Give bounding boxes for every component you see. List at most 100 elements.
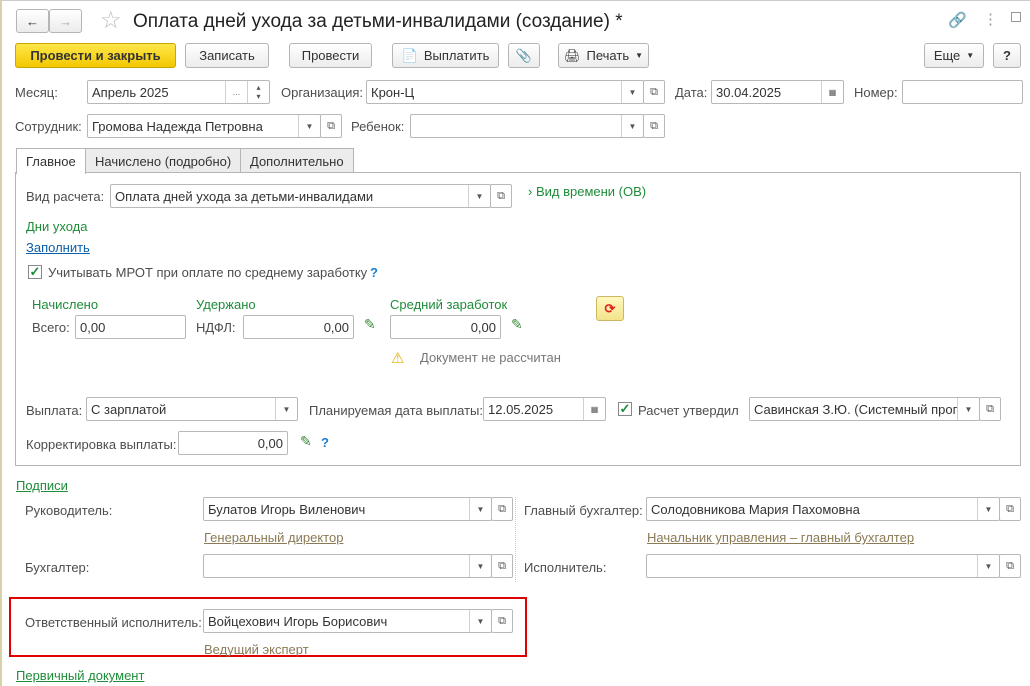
warning-icon: ⚠ bbox=[391, 350, 405, 367]
post-and-close-button[interactable]: Провести и закрыть bbox=[15, 43, 176, 68]
dropdown-icon[interactable]: ▼ bbox=[469, 610, 491, 632]
total-field[interactable]: 0,00 bbox=[75, 315, 186, 339]
dropdown-icon[interactable]: ▼ bbox=[469, 498, 491, 520]
plan-date-field[interactable]: 12.05.2025 ▦ bbox=[483, 397, 606, 421]
maximize-icon[interactable] bbox=[1011, 12, 1021, 22]
ndfl-label: НДФЛ: bbox=[196, 320, 236, 335]
open-icon[interactable]: ⧉ bbox=[491, 554, 513, 578]
print-button[interactable]: 🖨 Печать ▼ bbox=[558, 43, 649, 68]
primary-document-link[interactable]: Первичный документ bbox=[16, 668, 144, 683]
head-field[interactable]: Булатов Игорь Виленович ▼ bbox=[203, 497, 492, 521]
warning-text: Документ не рассчитан bbox=[420, 350, 561, 365]
dropdown-icon[interactable]: ▼ bbox=[298, 115, 320, 137]
open-icon[interactable]: ⧉ bbox=[979, 397, 1001, 421]
executor-field[interactable]: ▼ bbox=[646, 554, 1000, 578]
dropdown-icon[interactable]: ▼ bbox=[957, 398, 979, 420]
attach-button[interactable]: 📎 bbox=[508, 43, 540, 68]
refresh-icon: ⟳ bbox=[604, 300, 616, 316]
approved-checkbox[interactable]: ✓ bbox=[618, 402, 632, 416]
pencil-icon[interactable]: ✎ bbox=[364, 316, 376, 333]
chief-accountant-field[interactable]: Солодовникова Мария Пахомовна ▼ bbox=[646, 497, 1000, 521]
tab-main[interactable]: Главное bbox=[16, 148, 86, 174]
care-days-header: Дни ухода bbox=[26, 219, 88, 234]
dropdown-icon[interactable]: ▼ bbox=[468, 185, 490, 207]
number-field[interactable] bbox=[902, 80, 1023, 104]
correction-field[interactable]: 0,00 bbox=[178, 431, 288, 455]
help-icon[interactable]: ? bbox=[321, 435, 329, 450]
plan-date-label: Планируемая дата выплаты: bbox=[309, 403, 483, 418]
dropdown-icon[interactable]: ▼ bbox=[469, 555, 491, 577]
open-icon[interactable]: ⧉ bbox=[320, 114, 342, 138]
forward-button[interactable]: → bbox=[49, 9, 82, 33]
responsible-executor-field[interactable]: Войцехович Игорь Борисович ▼ bbox=[203, 609, 492, 633]
payout-field[interactable]: С зарплатой ▼ bbox=[86, 397, 298, 421]
select-button[interactable]: … bbox=[225, 81, 247, 103]
approved-by-field[interactable]: Савинская З.Ю. (Системный прог ▼ bbox=[749, 397, 980, 421]
organization-label: Организация: bbox=[281, 85, 364, 100]
open-icon[interactable]: ⧉ bbox=[490, 184, 512, 208]
withheld-header: Удержано bbox=[196, 297, 256, 312]
pay-icon: 📄 bbox=[401, 47, 418, 63]
help-icon[interactable]: ? bbox=[370, 265, 378, 280]
chevron-down-icon: ▼ bbox=[966, 51, 975, 60]
dropdown-icon[interactable]: ▼ bbox=[621, 115, 643, 137]
link-icon[interactable]: 🔗 bbox=[948, 11, 967, 29]
open-icon[interactable]: ⧉ bbox=[491, 497, 513, 521]
responsible-executor-position: Ведущий эксперт bbox=[204, 642, 309, 657]
avg-earnings-header: Средний заработок bbox=[390, 297, 508, 312]
open-icon[interactable]: ⧉ bbox=[643, 114, 665, 138]
employee-field[interactable]: Громова Надежда Петровна ▼ bbox=[87, 114, 321, 138]
pencil-icon[interactable]: ✎ bbox=[300, 433, 312, 450]
tab-additional[interactable]: Дополнительно bbox=[240, 148, 354, 173]
approved-label: Расчет утвердил bbox=[638, 403, 739, 418]
month-field[interactable]: Апрель 2025… ▴ ▾ bbox=[87, 80, 270, 104]
more-vert-icon[interactable]: ⋮ bbox=[983, 10, 998, 28]
chevron-down-icon: ▼ bbox=[635, 51, 644, 60]
dropdown-icon[interactable]: ▼ bbox=[977, 498, 999, 520]
recalculate-button[interactable]: ⟳ bbox=[596, 296, 624, 321]
organization-field[interactable]: Крон-Ц ▼ bbox=[366, 80, 644, 104]
child-field[interactable]: ▼ bbox=[410, 114, 644, 138]
back-button[interactable]: ← bbox=[16, 9, 49, 33]
time-type-link[interactable]: › Вид времени (ОВ) bbox=[528, 184, 646, 199]
month-label: Месяц: bbox=[15, 85, 58, 100]
open-icon[interactable]: ⧉ bbox=[491, 609, 513, 633]
avg-earnings-field[interactable]: 0,00 bbox=[390, 315, 501, 339]
calendar-icon[interactable]: ▦ bbox=[821, 81, 843, 103]
number-label: Номер: bbox=[854, 85, 898, 100]
open-icon[interactable]: ⧉ bbox=[999, 554, 1021, 578]
payout-label: Выплата: bbox=[26, 403, 83, 418]
more-button[interactable]: Еще ▼ bbox=[924, 43, 984, 68]
employee-label: Сотрудник: bbox=[15, 119, 82, 134]
spin-icon[interactable]: ▴ ▾ bbox=[247, 81, 269, 103]
post-button[interactable]: Провести bbox=[289, 43, 372, 68]
mrot-checkbox[interactable]: ✓ bbox=[28, 265, 42, 279]
tab-accrued-detailed[interactable]: Начислено (подробно) bbox=[85, 148, 242, 173]
correction-label: Корректировка выплаты: bbox=[26, 437, 177, 452]
fill-link[interactable]: Заполнить bbox=[26, 240, 90, 255]
open-icon[interactable]: ⧉ bbox=[999, 497, 1021, 521]
date-label: Дата: bbox=[675, 85, 708, 100]
head-label: Руководитель: bbox=[25, 503, 113, 518]
dropdown-icon[interactable]: ▼ bbox=[621, 81, 643, 103]
date-field[interactable]: 30.04.2025 ▦ bbox=[711, 80, 844, 104]
head-position[interactable]: Генеральный директор bbox=[204, 530, 343, 545]
chief-accountant-position[interactable]: Начальник управления – главный бухгалтер bbox=[647, 530, 914, 545]
responsible-executor-label: Ответственный исполнитель: bbox=[25, 615, 202, 630]
favorite-star-icon[interactable]: ☆ bbox=[100, 6, 122, 35]
paperclip-icon: 📎 bbox=[515, 47, 533, 63]
accrued-header: Начислено bbox=[32, 297, 99, 312]
pay-button[interactable]: 📄 Выплатить bbox=[392, 43, 499, 68]
pencil-icon[interactable]: ✎ bbox=[511, 316, 523, 333]
open-icon[interactable]: ⧉ bbox=[643, 80, 665, 104]
calendar-icon[interactable]: ▦ bbox=[583, 398, 605, 420]
calc-type-label: Вид расчета: bbox=[26, 189, 105, 204]
accountant-field[interactable]: ▼ bbox=[203, 554, 492, 578]
help-button[interactable]: ? bbox=[993, 43, 1021, 68]
save-button[interactable]: Записать bbox=[185, 43, 269, 68]
signatures-header[interactable]: Подписи bbox=[16, 478, 68, 493]
dropdown-icon[interactable]: ▼ bbox=[275, 398, 297, 420]
dropdown-icon[interactable]: ▼ bbox=[977, 555, 999, 577]
ndfl-field[interactable]: 0,00 bbox=[243, 315, 354, 339]
calc-type-field[interactable]: Оплата дней ухода за детьми-инвалидами ▼ bbox=[110, 184, 491, 208]
